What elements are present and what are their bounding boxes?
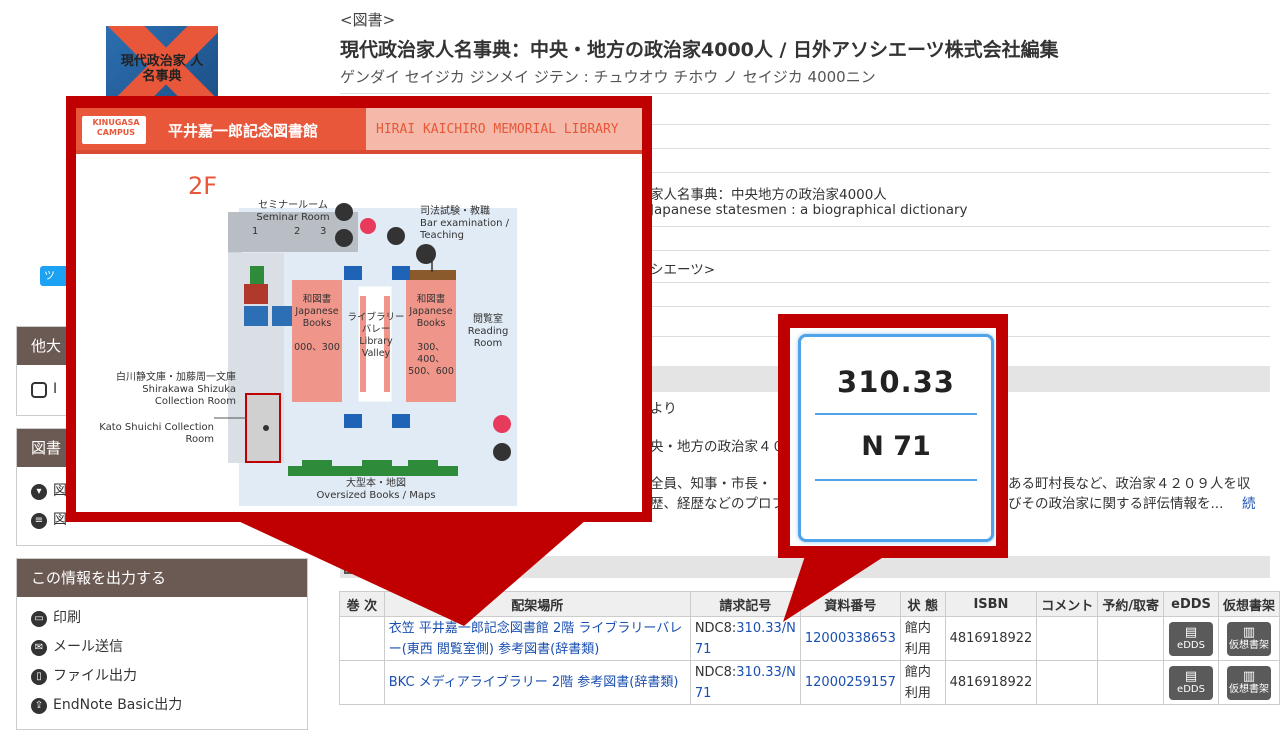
- uniform-title: 家人名事典：中央地方の政治家4000人: [650, 187, 887, 203]
- bookshelf-icon: ▥: [1242, 624, 1256, 640]
- col-header-isbn: ISBN: [944, 591, 1038, 617]
- contents-fragment: 央・地方の政治家４０: [650, 439, 785, 455]
- mail-icon: ✉: [31, 639, 47, 656]
- summary-fragment: びその政治家に関する評伝情報を...: [1008, 496, 1224, 512]
- file-icon: ▯: [31, 668, 47, 685]
- itemno-link[interactable]: 12000259157: [805, 675, 896, 690]
- campus-label: KINUGASA CAMPUS: [92, 118, 140, 137]
- japanese-books-right: 和図書 Japanese Books 300、400、500、600: [408, 294, 454, 377]
- cell-itemno: 12000259157: [799, 660, 901, 705]
- english-title: Japanese statesmen : a biographical dict…: [650, 202, 968, 218]
- floor-label: 2F: [188, 172, 218, 200]
- publisher-fragment: シエーツ>: [650, 262, 716, 278]
- bar-exam-label: 司法試験・教職 Bar examination / Teaching: [420, 206, 509, 241]
- table-row: BKC メディアライブラリー 2階 参考図書(辞書類) NDC8:310.33/…: [339, 660, 1280, 705]
- cell-comment: [1036, 660, 1099, 705]
- col-header-shelf: 仮想書架: [1217, 591, 1280, 617]
- spine-class-number: 310.33: [837, 365, 955, 399]
- document-icon: ▤: [1184, 624, 1198, 640]
- col-header-edds: eDDS: [1163, 591, 1219, 617]
- cart-icon: ▾: [31, 483, 47, 500]
- col-header-comment: コメント: [1036, 591, 1099, 617]
- title-reading: ゲンダイ セイジカ ジンメイ ジテン : チュウオウ チホウ ノ セイジカ 40…: [340, 68, 876, 86]
- library-name-en: HIRAI KAICHIRO MEMORIAL LIBRARY: [376, 122, 619, 137]
- cell-shelf: ▥ 仮想書架: [1217, 616, 1280, 661]
- spine-label: 310.33 N 71: [790, 328, 996, 546]
- label-callout-pointer: [783, 556, 885, 622]
- spine-label-card: 310.33 N 71: [798, 334, 994, 542]
- floor-map: KINUGASA CAMPUS 平井嘉一郎記念図書館 HIRAI KAICHIR…: [76, 108, 642, 512]
- cell-edds: ▤ eDDS: [1163, 616, 1219, 661]
- read-more-link[interactable]: 続: [1242, 492, 1256, 512]
- edds-button[interactable]: ▤ eDDS: [1169, 665, 1213, 700]
- cell-status: 館内利用: [899, 660, 946, 705]
- mail-link[interactable]: ✉ メール送信: [17, 633, 307, 662]
- cell-status: 館内利用: [899, 616, 946, 661]
- material-type: <図書>: [340, 11, 396, 29]
- col-header-status: 状 態: [899, 591, 946, 617]
- seminar-room-2: 2: [294, 226, 301, 237]
- cell-edds: ▤ eDDS: [1163, 660, 1219, 705]
- seminar-room-3: 3: [320, 226, 327, 237]
- book-cover-image: 現代政治家 人名事典: [106, 26, 218, 106]
- kato-label: Kato Shuichi Collection Room: [99, 422, 214, 445]
- book-title: 現代政治家人名事典：中央・地方の政治家4000人 / 日外アソシエーツ株式会社編…: [340, 39, 1059, 61]
- list-icon: ≡: [31, 512, 47, 529]
- floor-map-callout: KINUGASA CAMPUS 平井嘉一郎記念図書館 HIRAI KAICHIR…: [66, 96, 652, 522]
- cell-reserve: [1097, 616, 1165, 661]
- cell-isbn: 4816918922: [944, 660, 1038, 705]
- summary-fragment: 歴、経歴などのプロフ: [650, 496, 785, 512]
- document-icon: ▤: [1184, 668, 1198, 684]
- note-fragment: より: [650, 401, 677, 417]
- floor-map-drawing: [76, 108, 642, 506]
- reading-room-label: 閲覧室 Reading Room: [467, 314, 509, 349]
- shirakawa-label: 白川静文庫・加藤周一文庫 Shirakawa Shizuka Collection…: [116, 372, 236, 407]
- cell-reserve: [1097, 660, 1165, 705]
- cell-isbn: 4816918922: [944, 616, 1038, 661]
- seminar-room-label: セミナールーム Seminar Room: [256, 200, 330, 223]
- itemno-link[interactable]: 12000338653: [805, 631, 896, 646]
- cell-callnumber: NDC8:310.33/N 71: [689, 660, 801, 705]
- file-export-link[interactable]: ▯ ファイル出力: [17, 662, 307, 691]
- spine-label-callout: 310.33 N 71: [778, 314, 1008, 558]
- spine-divider: [815, 413, 977, 415]
- col-header-reserve: 予約/取寄: [1097, 591, 1165, 617]
- cell-comment: [1036, 616, 1099, 661]
- library-name-ja: 平井嘉一郎記念図書館: [168, 122, 319, 140]
- cover-title: 現代政治家 人名事典: [120, 54, 204, 84]
- summary-fragment: 全員、知事・市長・: [650, 476, 772, 492]
- oversized-label: 大型本・地図 Oversized Books / Maps: [316, 478, 436, 501]
- spine-author-mark: N 71: [861, 431, 931, 462]
- edds-button[interactable]: ▤ eDDS: [1169, 621, 1213, 656]
- virtual-shelf-button[interactable]: ▥ 仮想書架: [1226, 665, 1271, 700]
- endnote-export-link[interactable]: ⇪ EndNote Basic出力: [17, 691, 307, 720]
- bookshelf-icon: ▥: [1242, 668, 1256, 684]
- cell-location: BKC メディアライブラリー 2階 参考図書(辞書類): [383, 660, 691, 705]
- cell-volume: [339, 660, 385, 705]
- document-icon: [31, 381, 47, 398]
- print-icon: ▭: [31, 610, 47, 627]
- virtual-shelf-button[interactable]: ▥ 仮想書架: [1226, 621, 1271, 656]
- seminar-room-1: 1: [252, 226, 259, 237]
- japanese-books-left: 和図書 Japanese Books 000、300: [294, 294, 340, 353]
- location-link[interactable]: BKC メディアライブラリー 2階 参考図書(辞書類): [389, 675, 679, 690]
- export-icon: ⇪: [31, 697, 47, 714]
- map-callout-pointer: [236, 520, 586, 626]
- divider: [340, 93, 1270, 94]
- library-valley-label: ライブラリーバレー Library Valley: [347, 312, 405, 359]
- cell-shelf: ▥ 仮想書架: [1217, 660, 1280, 705]
- summary-fragment: ある町村長など、政治家４２０９人を収: [1008, 476, 1251, 492]
- spine-divider: [815, 479, 977, 481]
